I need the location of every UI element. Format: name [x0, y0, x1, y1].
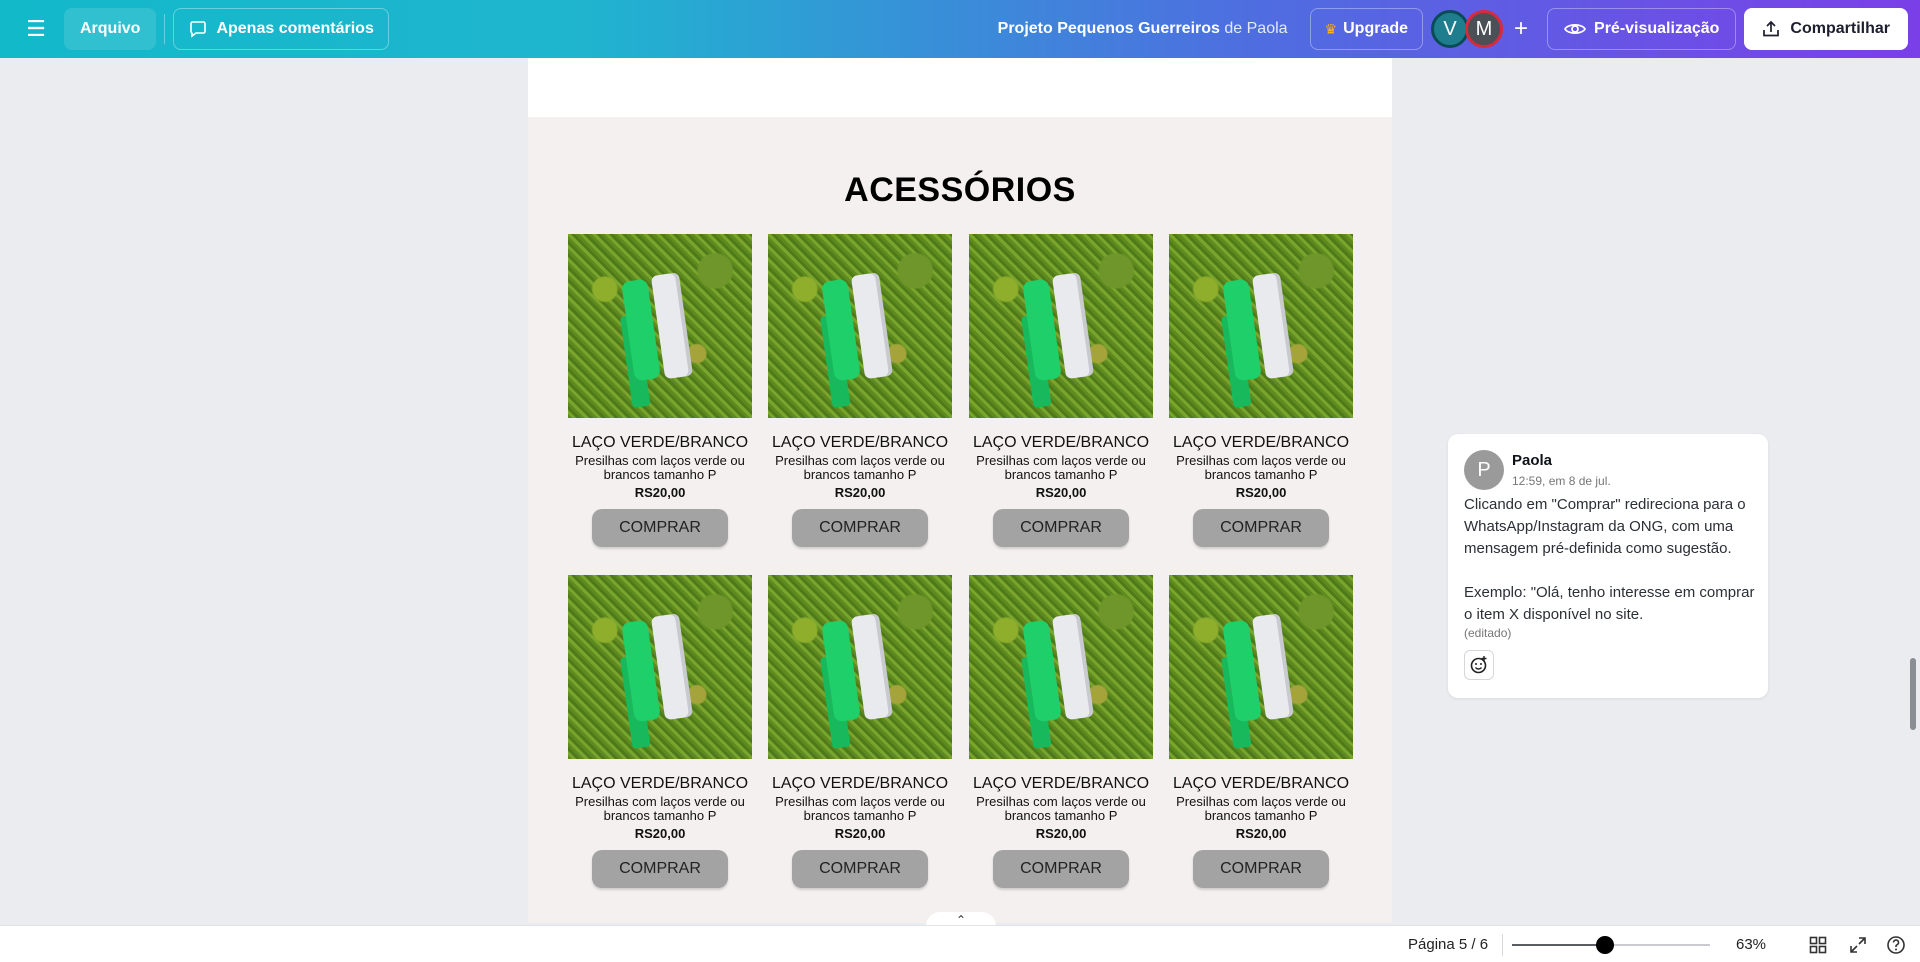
product-description: Presilhas com laços verde ou brancos tam… — [775, 453, 945, 482]
product-card[interactable]: LAÇO VERDE/BRANCO Presilhas com laços ve… — [568, 575, 752, 888]
add-reaction-icon — [1470, 656, 1487, 674]
comment-body: Clicando em "Comprar" redireciona para o… — [1464, 496, 1755, 623]
product-description: Presilhas com laços verde ou brancos tam… — [1176, 794, 1346, 823]
comment-author: Paola — [1512, 452, 1553, 469]
product-card[interactable]: LAÇO VERDE/BRANCO Presilhas com laços ve… — [568, 234, 752, 547]
product-image[interactable] — [969, 234, 1153, 418]
zoom-slider-handle[interactable] — [1596, 936, 1615, 954]
hamburger-icon: ☰ — [26, 16, 46, 41]
share-label: Compartilhar — [1790, 20, 1890, 37]
product-card[interactable]: LAÇO VERDE/BRANCO Presilhas com laços ve… — [969, 234, 1153, 547]
product-name: LAÇO VERDE/BRANCO — [771, 775, 949, 792]
product-price: RS20,00 — [1235, 485, 1287, 500]
product-description: Presilhas com laços verde ou brancos tam… — [976, 794, 1146, 823]
product-price: RS20,00 — [1035, 485, 1087, 500]
buy-button[interactable]: COMPRAR — [792, 850, 928, 888]
product-image[interactable] — [768, 234, 952, 418]
product-price: RS20,00 — [634, 826, 686, 841]
bottom-divider — [1502, 934, 1503, 956]
top-toolbar: ☰ Arquivo Apenas comentários Projeto Peq… — [0, 0, 1920, 58]
product-name: LAÇO VERDE/BRANCO — [771, 434, 949, 451]
product-description: Presilhas com laços verde ou brancos tam… — [575, 453, 745, 482]
zoom-slider-fill — [1512, 944, 1606, 946]
main-menu-button[interactable]: ☰ — [12, 8, 60, 50]
avatar[interactable]: V — [1431, 10, 1470, 48]
product-description: Presilhas com laços verde ou brancos tam… — [575, 794, 745, 823]
product-image[interactable] — [568, 234, 752, 418]
buy-button[interactable]: COMPRAR — [1193, 509, 1329, 547]
share-button[interactable]: Compartilhar — [1744, 8, 1908, 50]
product-name: LAÇO VERDE/BRANCO — [1172, 775, 1350, 792]
product-description: Presilhas com laços verde ou brancos tam… — [1176, 453, 1346, 482]
product-name: LAÇO VERDE/BRANCO — [571, 775, 749, 792]
product-image[interactable] — [969, 575, 1153, 759]
product-card[interactable]: LAÇO VERDE/BRANCO Presilhas com laços ve… — [969, 575, 1153, 888]
help-icon — [1887, 936, 1905, 954]
product-card[interactable]: LAÇO VERDE/BRANCO Presilhas com laços ve… — [768, 575, 952, 888]
crown-icon: ♛ — [1324, 20, 1338, 37]
product-name: LAÇO VERDE/BRANCO — [571, 434, 749, 451]
toolbar-divider — [164, 14, 166, 44]
buy-button[interactable]: COMPRAR — [993, 509, 1129, 547]
file-menu-label: Arquivo — [80, 20, 141, 37]
project-name: Projeto Pequenos Guerreiros — [997, 20, 1220, 37]
buy-button[interactable]: COMPRAR — [1193, 850, 1329, 888]
project-owner-prefix: de — [1224, 20, 1243, 37]
collapse-pages-button[interactable]: ⌃ — [926, 912, 996, 927]
buy-button[interactable]: COMPRAR — [592, 509, 728, 547]
buy-button[interactable]: COMPRAR — [592, 850, 728, 888]
file-menu-button[interactable]: Arquivo — [64, 8, 157, 50]
comment-edited-label: (editado) — [1464, 626, 1512, 640]
add-collaborator-button[interactable]: + — [1503, 11, 1539, 47]
product-name: LAÇO VERDE/BRANCO — [1172, 434, 1350, 451]
previous-page[interactable] — [528, 58, 1392, 117]
add-reaction-button[interactable] — [1464, 650, 1494, 680]
product-card[interactable]: LAÇO VERDE/BRANCO Presilhas com laços ve… — [1169, 234, 1353, 547]
product-price: RS20,00 — [834, 826, 886, 841]
fullscreen-button[interactable] — [1846, 933, 1870, 957]
product-image[interactable] — [1169, 234, 1353, 418]
upgrade-button[interactable]: ♛ Upgrade — [1309, 8, 1424, 50]
project-title[interactable]: Projeto Pequenos Guerreiros de Paola — [998, 20, 1288, 38]
preview-label: Pré-visualização — [1594, 20, 1720, 37]
product-image[interactable] — [568, 575, 752, 759]
grid-view-button[interactable] — [1806, 933, 1830, 957]
product-price: RS20,00 — [1035, 826, 1087, 841]
product-name: LAÇO VERDE/BRANCO — [972, 434, 1150, 451]
upgrade-label: Upgrade — [1343, 20, 1409, 37]
product-name: LAÇO VERDE/BRANCO — [972, 775, 1150, 792]
comment-icon — [190, 21, 207, 38]
help-button[interactable] — [1884, 933, 1908, 957]
page-indicator[interactable]: Página 5 / 6 — [1408, 936, 1488, 953]
design-page[interactable]: ACESSÓRIOS LAÇO VERDE/BRANCO Presilhas c… — [528, 117, 1392, 923]
avatar[interactable]: M — [1465, 10, 1504, 48]
product-description: Presilhas com laços verde ou brancos tam… — [775, 794, 945, 823]
product-card[interactable]: LAÇO VERDE/BRANCO Presilhas com laços ve… — [1169, 575, 1353, 888]
product-card[interactable]: LAÇO VERDE/BRANCO Presilhas com laços ve… — [768, 234, 952, 547]
product-price: RS20,00 — [634, 485, 686, 500]
buy-button[interactable]: COMPRAR — [993, 850, 1129, 888]
section-title[interactable]: ACESSÓRIOS — [528, 171, 1392, 210]
product-description: Presilhas com laços verde ou brancos tam… — [976, 453, 1146, 482]
preview-button[interactable]: Pré-visualização — [1547, 8, 1737, 50]
grid-view-icon — [1809, 936, 1827, 954]
project-owner: Paola — [1246, 20, 1288, 37]
vertical-scrollbar[interactable] — [1910, 658, 1916, 730]
fullscreen-icon — [1850, 937, 1866, 953]
avatar: P — [1464, 450, 1504, 490]
bottom-toolbar: Página 5 / 6 63% — [0, 925, 1920, 962]
share-icon — [1763, 20, 1780, 37]
product-image[interactable] — [768, 575, 952, 759]
product-image[interactable] — [1169, 575, 1353, 759]
eye-icon — [1564, 24, 1586, 34]
product-price: RS20,00 — [1235, 826, 1287, 841]
buy-button[interactable]: COMPRAR — [792, 509, 928, 547]
comment-timestamp: 12:59, em 8 de jul. — [1512, 474, 1611, 488]
collaborator-avatars: V M + — [1431, 10, 1539, 48]
comments-mode-button[interactable]: Apenas comentários — [173, 8, 389, 50]
zoom-level[interactable]: 63% — [1736, 936, 1766, 953]
comments-mode-label: Apenas comentários — [216, 20, 374, 37]
comment-card[interactable]: P Paola 12:59, em 8 de jul. Clicando em … — [1448, 434, 1768, 698]
product-price: RS20,00 — [834, 485, 886, 500]
